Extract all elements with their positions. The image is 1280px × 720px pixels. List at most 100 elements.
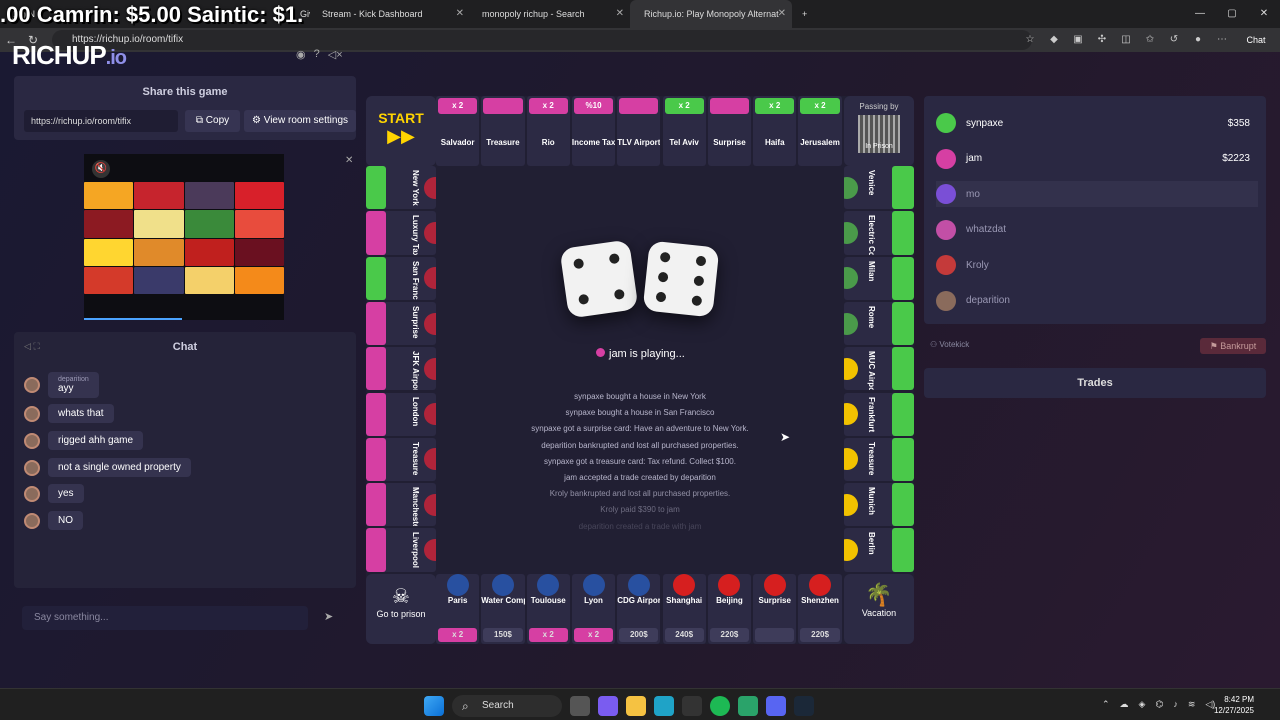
close-icon[interactable]: ✕	[778, 8, 786, 19]
board-cell-top[interactable]: Haifa x 2	[753, 96, 797, 166]
puzzle-icon[interactable]: ✣	[1092, 30, 1112, 50]
app-tray-icon[interactable]: ◈	[1139, 699, 1146, 710]
board-cell-left[interactable]: New York	[366, 166, 436, 210]
chat-input[interactable]: Say something...	[22, 606, 308, 630]
minimize-icon[interactable]: —	[1184, 0, 1216, 28]
player-row[interactable]: jam $2223	[936, 146, 1258, 172]
board-cell-top[interactable]: Jerusalem x 2	[798, 96, 842, 166]
board-cell-bottom[interactable]: Beijing 220$	[707, 574, 752, 644]
usb-icon[interactable]: ⌬	[1155, 699, 1163, 710]
close-icon[interactable]: ✕	[616, 8, 624, 19]
board-cell-top[interactable]: Salvador x 2	[436, 96, 480, 166]
player-row[interactable]: deparition	[936, 288, 1258, 314]
close-icon[interactable]: ✕	[456, 8, 464, 19]
url-field[interactable]: https://richup.io/room/tifix	[52, 30, 1032, 50]
clock[interactable]: 8:42 PM 12/27/2025	[1214, 694, 1254, 716]
close-window-icon[interactable]: ✕	[1248, 0, 1280, 28]
tab-2[interactable]: Giveaw	[60, 0, 310, 28]
votekick-button[interactable]: ⚇ Votekick	[930, 340, 969, 349]
trades-panel[interactable]: Trades	[924, 368, 1266, 398]
bankrupt-button[interactable]: ⚑ Bankrupt	[1200, 338, 1266, 354]
prison-corner[interactable]: Passing by In Prison	[844, 96, 914, 166]
maximize-icon[interactable]: ▢	[1216, 0, 1248, 28]
board-cell-right[interactable]: MUC Airport	[844, 347, 914, 391]
board-cell-top[interactable]: Tel Aviv x 2	[662, 96, 706, 166]
board-cell-left[interactable]: Luxury Tax	[366, 211, 436, 255]
cloud-icon[interactable]: ☁	[1120, 699, 1129, 710]
tab-4[interactable]: monopoly richup - Search ✕	[470, 0, 630, 28]
share-url-field[interactable]: https://richup.io/room/tifix	[24, 110, 178, 132]
board-cell-right[interactable]: Venice	[844, 166, 914, 210]
edge-icon[interactable]	[654, 696, 674, 716]
board-cell-right[interactable]: Berlin	[844, 528, 914, 572]
app-icon[interactable]	[738, 696, 758, 716]
close-icon[interactable]: ✕	[345, 155, 353, 166]
player-row[interactable]: whatzdat	[936, 217, 1258, 243]
player-row[interactable]: synpaxe $358	[936, 110, 1258, 136]
copilot-icon[interactable]	[598, 696, 618, 716]
copy-button[interactable]: ⧉ Copy	[185, 110, 240, 132]
room-settings-button[interactable]: ⚙ View room settings	[244, 110, 356, 132]
windows-start-icon[interactable]	[424, 696, 444, 716]
board-cell-bottom[interactable]: Paris x 2	[436, 574, 480, 644]
board-cell-right[interactable]: Milan	[844, 256, 914, 300]
board-cell-bottom[interactable]: Shanghai 240$	[662, 574, 706, 644]
board-cell-bottom[interactable]: Toulouse x 2	[526, 574, 570, 644]
profile-icon[interactable]: ●	[1188, 30, 1208, 50]
muted-icon[interactable]: 🔇	[92, 160, 110, 178]
board-cell-top[interactable]: Rio x 2	[526, 96, 570, 166]
board-cell-top[interactable]: TLV Airport	[617, 96, 661, 166]
board-cell-bottom[interactable]: CDG Airport 200$	[617, 574, 661, 644]
app-icon[interactable]	[682, 696, 702, 716]
send-icon[interactable]: ➤	[324, 610, 333, 623]
chat-message: yes	[24, 484, 84, 503]
steam-icon[interactable]	[794, 696, 814, 716]
board-cell-bottom[interactable]: Water Company 150$	[481, 574, 525, 644]
tab-3[interactable]: Stream - Kick Dashboard ✕	[310, 0, 470, 28]
board-cell-left[interactable]: San Francisco	[366, 256, 436, 300]
mute-icon[interactable]: ◁×	[328, 48, 343, 61]
mic-icon[interactable]: ♪	[1173, 699, 1178, 710]
history-icon[interactable]: ↺	[1164, 30, 1184, 50]
board-cell-top[interactable]: Income Tax %10	[571, 96, 616, 166]
skull-icon: ☠	[392, 586, 410, 608]
chevron-up-icon[interactable]: ⌃	[1102, 699, 1110, 710]
discord-icon[interactable]: ◉	[296, 48, 306, 61]
tab-active[interactable]: Richup.io: Play Monopoly Alternat ✕	[630, 0, 792, 28]
file-explorer-icon[interactable]	[570, 696, 590, 716]
go-to-prison-corner[interactable]: ☠ Go to prison	[366, 574, 436, 644]
discord-icon[interactable]	[766, 696, 786, 716]
wifi-icon[interactable]: ≋	[1188, 699, 1196, 710]
extension-icon[interactable]: ◆	[1044, 30, 1064, 50]
more-icon[interactable]: ⋯	[1212, 30, 1232, 50]
board-cell-left[interactable]: Surprise	[366, 301, 436, 346]
vacation-corner[interactable]: 🌴 Vacation	[844, 574, 914, 644]
spotify-icon[interactable]	[710, 696, 730, 716]
board-cell-bottom[interactable]: Lyon x 2	[571, 574, 616, 644]
star-icon[interactable]: ☆	[1020, 30, 1040, 50]
extension-icon[interactable]: ▣	[1068, 30, 1088, 50]
board-cell-top[interactable]: Surprise	[707, 96, 752, 166]
favorites-icon[interactable]: ✩	[1140, 30, 1160, 50]
folder-icon[interactable]	[626, 696, 646, 716]
board-cell-left[interactable]: Liverpool	[366, 528, 436, 572]
help-icon[interactable]: ?	[314, 48, 320, 61]
board-cell-bottom[interactable]: Shenzhen 220$	[798, 574, 842, 644]
new-tab-button[interactable]: +	[792, 0, 820, 28]
start-corner[interactable]: START ▶▶	[366, 96, 436, 166]
board-cell-left[interactable]: JFK Airport	[366, 347, 436, 391]
board-cell-right[interactable]: Electric Co	[844, 211, 914, 255]
player-row[interactable]: mo	[936, 181, 1258, 207]
vacation-label: Vacation	[861, 608, 897, 618]
player-row[interactable]: Kroly	[936, 252, 1258, 278]
video-ad[interactable]: 🔇	[84, 154, 284, 320]
split-icon[interactable]: ◫	[1116, 30, 1136, 50]
board-cell-right[interactable]: Rome	[844, 301, 914, 346]
taskbar-search[interactable]: Search	[452, 695, 562, 717]
copilot-chat-button[interactable]: Chat	[1236, 30, 1276, 50]
house-badge: x 2	[664, 98, 704, 114]
tab-1[interactable]: (16) N	[0, 0, 60, 28]
board-cell-top[interactable]: Treasure	[481, 96, 525, 166]
board-cell-bottom[interactable]: Surprise	[753, 574, 797, 644]
price-badge	[755, 628, 795, 642]
